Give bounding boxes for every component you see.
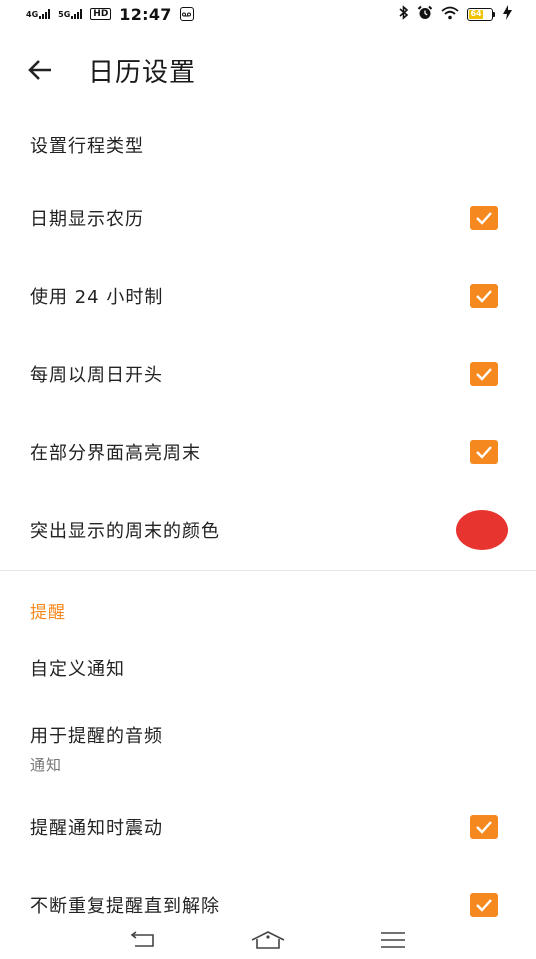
checkmark-icon (476, 446, 492, 459)
nav-back-button[interactable] (123, 925, 163, 955)
settings-item-highlight-weekend[interactable]: 在部分界面高亮周末 (0, 427, 536, 477)
checkmark-icon (476, 821, 492, 834)
repeat-reminder-checkbox[interactable] (470, 893, 498, 917)
settings-item-value: 通知 (30, 755, 63, 774)
checkmark-icon (476, 368, 492, 381)
sim2-label: 5G (58, 10, 71, 19)
week-start-checkbox[interactable] (470, 362, 498, 386)
checkmark-icon (476, 899, 492, 912)
bluetooth-icon (399, 4, 409, 24)
arrow-left-icon (28, 60, 51, 80)
settings-item-24h[interactable]: 使用 24 小时制 (0, 271, 536, 321)
section-divider (0, 570, 536, 571)
settings-item-label: 用于提醒的音频 (30, 725, 163, 747)
sim1-signal-icon: 4G (26, 9, 51, 19)
settings-item-text: 用于提醒的音频 通知 (30, 722, 163, 775)
settings-item-label: 使用 24 小时制 (30, 287, 164, 308)
nav-home-button[interactable] (248, 925, 288, 955)
settings-item-label: 每周以周日开头 (30, 365, 163, 386)
lunar-checkbox[interactable] (470, 206, 498, 230)
status-right: 64 (399, 4, 512, 24)
settings-item-week-start[interactable]: 每周以周日开头 (0, 349, 536, 399)
app-bar: 日历设置 (0, 40, 536, 100)
voicemail-icon (179, 7, 194, 21)
settings-item-reminder-sound[interactable]: 用于提醒的音频 通知 (0, 718, 536, 778)
highlight-weekend-checkbox[interactable] (470, 440, 498, 464)
sim1-label: 4G (26, 10, 39, 19)
status-time: 12:47 (119, 4, 172, 24)
charging-icon (503, 4, 512, 24)
system-nav-bar (0, 920, 536, 959)
battery-level: 64 (469, 9, 484, 19)
nav-menu-icon (381, 931, 406, 948)
alarm-icon (417, 5, 433, 24)
status-left: 4G 5G HD 12:47 (26, 5, 194, 24)
checkmark-icon (476, 290, 492, 303)
section-header-reminder: 提醒 (30, 603, 66, 623)
page-title: 日历设置 (88, 57, 197, 88)
battery-icon: 64 (467, 7, 495, 21)
settings-item-label: 设置行程类型 (30, 136, 144, 157)
settings-item-label: 自定义通知 (30, 659, 125, 680)
24h-checkbox[interactable] (470, 284, 498, 308)
status-bar: 4G 5G HD 12:47 64 (0, 0, 536, 28)
settings-item-vibrate[interactable]: 提醒通知时震动 (0, 802, 536, 852)
settings-item-weekend-color[interactable]: 突出显示的周末的颜色 (0, 505, 536, 555)
settings-item-event-type[interactable]: 设置行程类型 (0, 120, 536, 170)
weekend-color-swatch[interactable] (456, 510, 508, 550)
nav-back-icon (130, 930, 154, 947)
sim2-signal-icon: 5G (58, 9, 83, 19)
nav-menu-button[interactable] (373, 925, 413, 955)
settings-item-label: 在部分界面高亮周末 (30, 443, 201, 464)
settings-item-label: 日期显示农历 (30, 209, 144, 230)
settings-item-custom-notification[interactable]: 自定义通知 (0, 643, 536, 693)
vibrate-checkbox[interactable] (470, 815, 498, 839)
settings-item-label: 提醒通知时震动 (30, 818, 163, 839)
settings-item-label: 不断重复提醒直到解除 (30, 896, 220, 917)
settings-item-lunar[interactable]: 日期显示农历 (0, 193, 536, 243)
hd-voice-icon: HD (90, 8, 112, 20)
wifi-icon (441, 5, 459, 24)
checkmark-icon (476, 212, 492, 225)
nav-home-icon (251, 930, 285, 949)
back-button[interactable] (10, 40, 70, 100)
settings-item-label: 突出显示的周末的颜色 (30, 521, 220, 542)
